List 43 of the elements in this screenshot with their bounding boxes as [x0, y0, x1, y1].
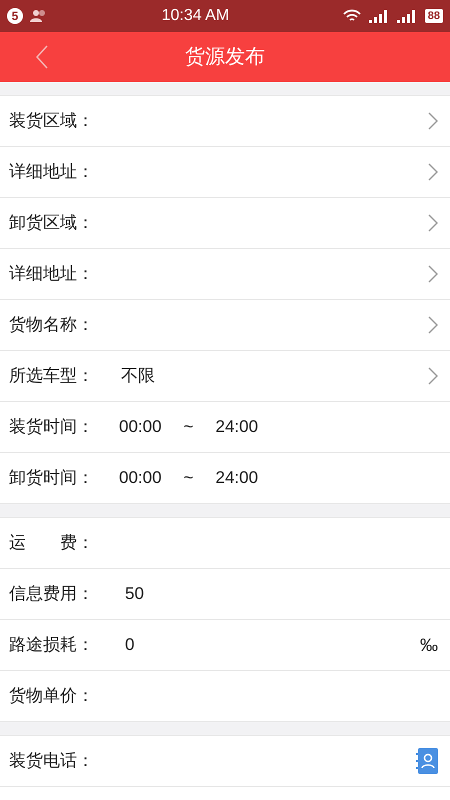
field-label: 详细地址： — [9, 161, 95, 184]
field-label: 信息费用： — [9, 583, 95, 606]
chevron-right-icon — [428, 112, 438, 130]
page-title: 货源发布 — [185, 45, 265, 70]
people-icon — [30, 9, 48, 23]
input-field[interactable]: 0 — [125, 632, 420, 658]
chevron-right-icon — [428, 316, 438, 334]
field-label: 路途损耗： — [9, 634, 95, 656]
select-row[interactable]: 货物名称： — [0, 300, 450, 351]
field-label: 装货时间： — [9, 416, 95, 438]
wifi-icon — [342, 9, 361, 23]
chevron-right-icon — [428, 367, 438, 385]
select-row[interactable]: 所选车型： 不限 — [0, 351, 450, 402]
back-icon — [36, 45, 48, 69]
select-row[interactable]: 详细地址： — [0, 249, 450, 300]
select-row[interactable]: 详细地址： — [0, 147, 450, 198]
range-separator: ~ — [184, 467, 194, 490]
notification-badge: 5 — [7, 8, 23, 24]
field-label: 运 费： — [9, 532, 95, 554]
end-time[interactable]: 24:00 — [215, 465, 258, 491]
unit-label: ‰ — [420, 634, 438, 656]
battery-level: 88 — [424, 9, 444, 23]
field-label: 所选车型： — [9, 365, 95, 388]
clock-time: 10:34 AM — [162, 6, 230, 26]
select-row[interactable]: 装货区域： — [0, 96, 450, 147]
field-label: 货物名称： — [9, 314, 95, 336]
chevron-right-icon — [428, 163, 438, 181]
select-row[interactable]: 卸货区域： — [0, 198, 450, 249]
contact-book-icon[interactable] — [416, 748, 438, 774]
field-value: 不限 — [121, 365, 155, 388]
start-time[interactable]: 00:00 — [119, 465, 162, 491]
chevron-right-icon — [428, 265, 438, 283]
field-label: 卸货时间： — [9, 467, 95, 490]
chevron-right-icon — [428, 214, 438, 232]
field-label: 货物单价： — [9, 685, 95, 708]
range-separator: ~ — [184, 416, 194, 438]
start-time[interactable]: 00:00 — [119, 414, 162, 440]
field-label: 装货电话： — [9, 750, 95, 772]
input-field[interactable]: 50 — [125, 581, 438, 607]
field-label: 卸货区域： — [9, 212, 95, 234]
end-time[interactable]: 24:00 — [215, 414, 258, 440]
field-label: 装货区域： — [9, 110, 95, 132]
field-label: 详细地址： — [9, 263, 95, 286]
